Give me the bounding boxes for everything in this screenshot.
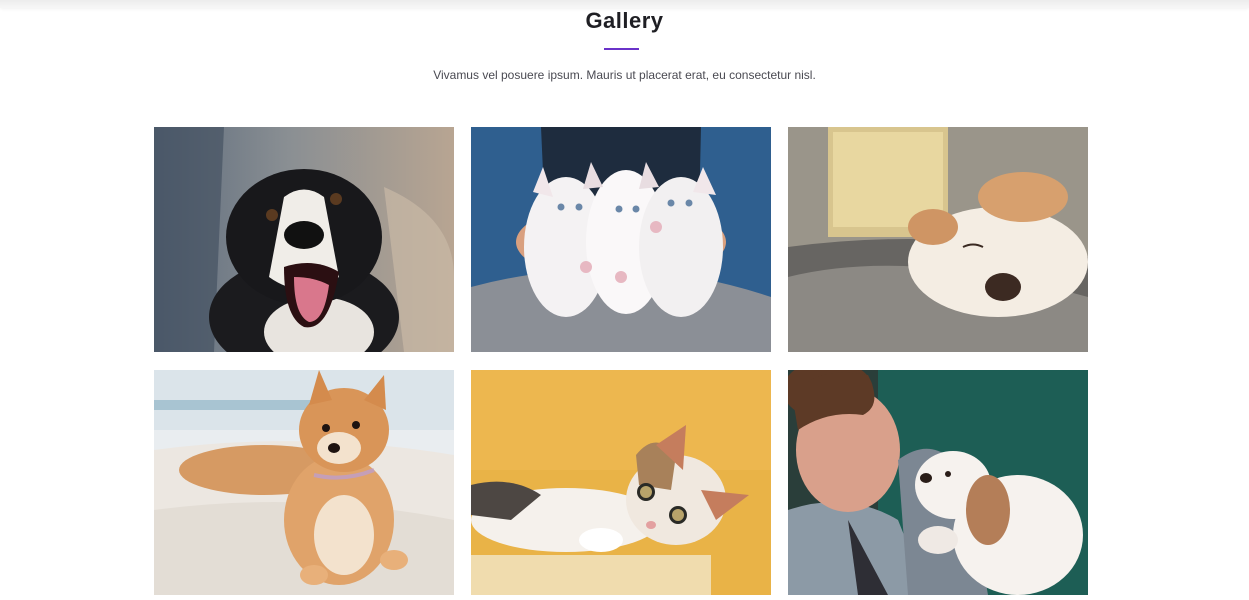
gallery-image-shiba[interactable] <box>154 370 454 595</box>
gallery-title: Gallery <box>585 8 664 33</box>
gallery-subtitle: Vivamus vel posuere ipsum. Mauris ut pla… <box>433 68 816 82</box>
sleeping-puppy-photo <box>788 127 1088 352</box>
title-underline <box>604 48 639 50</box>
shiba-photo <box>154 370 454 595</box>
gallery-image-kittens[interactable] <box>471 127 771 352</box>
tabby-kitten-photo <box>471 370 771 595</box>
gallery-image-tabby-kitten[interactable] <box>471 370 771 595</box>
gallery-image-dog[interactable] <box>154 127 454 352</box>
header-bar <box>0 0 1249 8</box>
gallery-image-woman-puppy[interactable] <box>788 370 1088 595</box>
woman-puppy-photo <box>788 370 1088 595</box>
gallery-section: Gallery Vivamus vel posuere ipsum. Mauri… <box>0 0 1249 600</box>
kittens-photo <box>471 127 771 352</box>
dog-photo <box>154 127 454 352</box>
gallery-grid <box>154 127 1089 595</box>
gallery-image-sleeping-puppy[interactable] <box>788 127 1088 352</box>
